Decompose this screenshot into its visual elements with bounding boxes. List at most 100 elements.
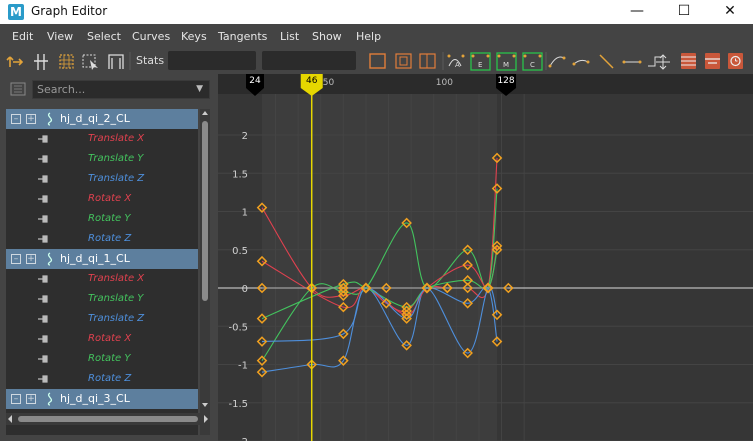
vertical-scroll-thumb[interactable] (202, 121, 208, 301)
attribute-row[interactable]: Rotate Y (6, 209, 198, 229)
value-tick-label: 0 (242, 284, 248, 295)
svg-text:46: 46 (306, 76, 318, 86)
menu-help[interactable]: Help (356, 30, 381, 43)
outliner-node[interactable]: – + hj_d_qi_2_CL (6, 109, 198, 129)
graph-table-icon[interactable] (681, 53, 696, 69)
value-tick-label: -1 (238, 361, 248, 372)
collapse-toggle-icon[interactable]: – (11, 394, 21, 404)
attribute-row[interactable]: Translate X (6, 269, 198, 289)
attribute-label: Rotate Y (88, 353, 131, 364)
node-label: hj_d_qi_2_CL (60, 112, 130, 125)
minimize-button[interactable]: — (614, 0, 660, 24)
frame-ruler[interactable]: 24 50 100 128 46 (218, 74, 753, 96)
retime-tool-icon[interactable] (108, 54, 124, 69)
attribute-label: Translate Z (88, 313, 145, 324)
joint-icon (47, 112, 53, 126)
maya-logo-icon: M (8, 4, 24, 20)
lattice-deform-icon[interactable] (59, 54, 74, 69)
frame-selection-icon[interactable] (395, 53, 412, 69)
collapse-toggle-icon[interactable]: – (11, 254, 21, 264)
attribute-row[interactable]: Translate Y (6, 149, 198, 169)
menu-curves[interactable]: Curves (132, 30, 170, 43)
frame-tick-label: 50 (323, 78, 335, 88)
search-dropdown-icon[interactable]: ▼ (196, 84, 203, 94)
filter-icon[interactable] (10, 82, 26, 96)
spline-tangent-icon[interactable] (548, 56, 566, 68)
value-tick-label: -2 (238, 437, 248, 441)
linear-tangent-icon[interactable] (599, 54, 614, 69)
buffer-e-label: E (478, 61, 482, 69)
attribute-label: Translate Z (88, 173, 145, 184)
graph-editor-window: M Graph Editor — ☐ ✕ Edit View Select Cu… (0, 0, 753, 441)
maximize-button[interactable]: ☐ (661, 0, 707, 24)
attribute-row[interactable]: Rotate Z (6, 229, 198, 249)
playback-range-shade (262, 74, 498, 441)
collapse-toggle-icon[interactable]: – (11, 114, 21, 124)
outliner-node[interactable]: – + hj_d_qi_1_CL (6, 249, 198, 269)
menu-list[interactable]: List (280, 30, 299, 43)
attribute-label: Translate Y (88, 153, 144, 164)
toolbar: A E M C Stats (0, 48, 753, 74)
frame-playback-icon[interactable] (419, 53, 436, 69)
menu-select[interactable]: Select (87, 30, 121, 43)
value-tick-label: 0.5 (232, 246, 248, 257)
flat-tangent-icon[interactable] (622, 60, 642, 64)
window-title: Graph Editor (31, 4, 108, 18)
menu-keys[interactable]: Keys (181, 30, 207, 43)
attribute-row[interactable]: Rotate Z (6, 369, 198, 389)
outliner-vertical-scrollbar[interactable] (200, 109, 210, 435)
attribute-row[interactable]: Rotate X (6, 329, 198, 349)
menu-show[interactable]: Show (312, 30, 342, 43)
node-label: hj_d_qi_1_CL (60, 252, 130, 265)
attribute-label: Rotate Z (88, 233, 132, 244)
stats-time-field[interactable] (262, 51, 356, 70)
curve-graph[interactable]: 2 1.5 1 0.5 0 -0.5 -1 -1.5 -2 24 50 100 (218, 74, 753, 441)
outliner-tree: – + hj_d_qi_2_CL Translate X Translate Y… (6, 109, 198, 435)
expand-children-icon[interactable]: + (26, 394, 36, 404)
plug-icon (38, 375, 48, 383)
attribute-row[interactable]: Translate X (6, 129, 198, 149)
outliner-panel: Search... ▼ – + hj_d_qi_2_CL Translate X… (0, 74, 216, 441)
attribute-label: Rotate Y (88, 213, 131, 224)
menu-edit[interactable]: Edit (12, 30, 33, 43)
close-button[interactable]: ✕ (707, 0, 753, 24)
attribute-row[interactable]: Translate Y (6, 289, 198, 309)
attribute-row[interactable]: Translate Z (6, 309, 198, 329)
insert-keys-icon[interactable] (34, 54, 48, 70)
menu-tangents[interactable]: Tangents (218, 30, 267, 43)
node-label: hj_d_qi_3_CL (60, 392, 130, 405)
region-select-icon[interactable] (82, 54, 98, 70)
value-tick-label: 2 (242, 131, 248, 142)
plug-icon (38, 355, 48, 363)
timing-clock-icon[interactable] (728, 53, 743, 69)
ruler-background (218, 74, 753, 94)
attribute-label: Rotate X (88, 333, 132, 344)
value-tick-label: 1.5 (232, 169, 248, 180)
menu-view[interactable]: View (47, 30, 73, 43)
plug-icon (38, 315, 48, 323)
search-input[interactable]: Search... ▼ (32, 80, 210, 99)
expand-children-icon[interactable]: + (26, 114, 36, 124)
move-keys-icon[interactable] (6, 56, 24, 67)
value-tick-label: -1.5 (228, 399, 248, 410)
dopesheet-toggle-icon[interactable] (705, 53, 720, 69)
attribute-row[interactable]: Translate Z (6, 169, 198, 189)
plug-icon (38, 135, 48, 143)
attribute-row[interactable]: Rotate X (6, 189, 198, 209)
value-tick-label: -0.5 (228, 322, 248, 333)
attribute-row[interactable]: Rotate Y (6, 349, 198, 369)
joint-icon (47, 392, 53, 406)
clamped-tangent-icon[interactable] (572, 59, 590, 66)
expand-children-icon[interactable]: + (26, 254, 36, 264)
graph-view[interactable]: 2 1.5 1 0.5 0 -0.5 -1 -1.5 -2 24 50 100 (218, 74, 753, 441)
toolbar-icons: A E M C (6, 52, 743, 71)
plug-icon (38, 335, 48, 343)
horizontal-scroll-thumb[interactable] (18, 416, 198, 422)
stats-value-field[interactable] (168, 51, 256, 70)
frame-tick-label: 100 (436, 78, 453, 88)
outliner-horizontal-scrollbar[interactable] (6, 413, 210, 425)
outliner-node[interactable]: – + hj_d_qi_3_CL (6, 389, 198, 409)
frame-all-icon[interactable] (369, 53, 386, 69)
buffer-a-label: A (455, 61, 460, 69)
svg-text:128: 128 (497, 76, 514, 86)
